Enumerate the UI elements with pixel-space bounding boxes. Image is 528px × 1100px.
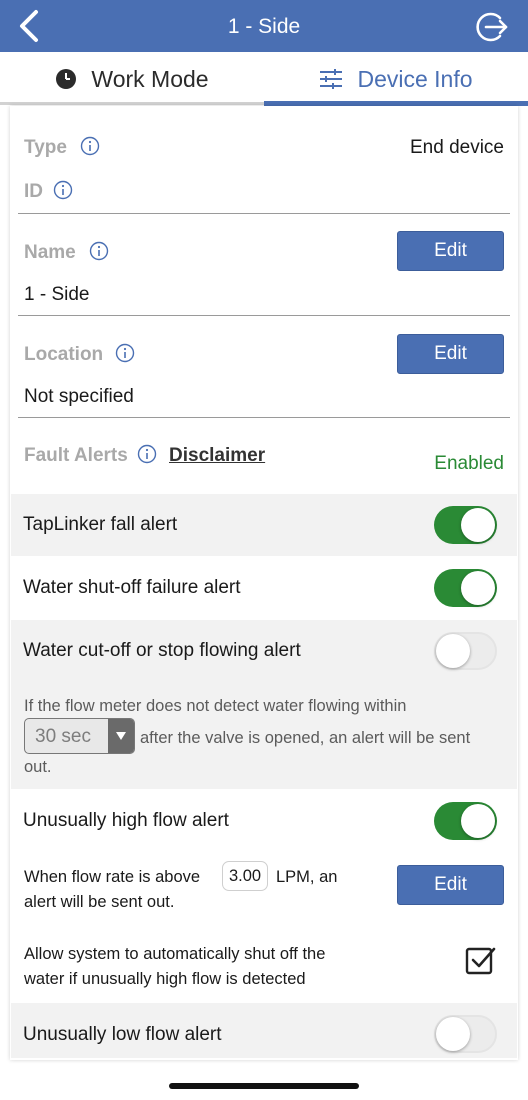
divider xyxy=(18,315,510,316)
exit-icon[interactable] xyxy=(474,9,510,45)
high-flow-threshold: 3.00 xyxy=(222,861,268,891)
stop-flow-duration-select[interactable]: 30 sec xyxy=(24,718,135,754)
alert-label: TapLinker fall alert xyxy=(23,514,178,535)
alert-row-taplinker-fall: TapLinker fall alert xyxy=(11,494,517,556)
stop-flow-description-line3: out. xyxy=(24,758,52,776)
location-value: Not specified xyxy=(24,386,134,407)
disclaimer-link[interactable]: Disclaimer xyxy=(169,445,265,467)
chevron-down-icon xyxy=(108,719,134,753)
divider xyxy=(18,213,510,214)
alert-label: Unusually high flow alert xyxy=(23,810,229,831)
alert-label: Unusually low flow alert xyxy=(23,1024,222,1045)
clock-icon xyxy=(56,69,77,89)
low-flow-toggle[interactable] xyxy=(434,1015,497,1053)
tab-underline-inactive xyxy=(0,102,264,105)
alert-row-low-flow: Unusually low flow alert xyxy=(11,1003,517,1058)
id-label: ID xyxy=(24,181,43,202)
type-label: Type xyxy=(24,137,67,158)
auto-shutoff-text-line1: Allow system to automatically shut off t… xyxy=(24,945,326,963)
high-flow-toggle[interactable] xyxy=(434,802,497,840)
info-icon[interactable] xyxy=(115,343,135,363)
info-icon[interactable] xyxy=(89,241,109,261)
fault-alerts-label: Fault Alerts xyxy=(24,445,128,466)
alert-row-shutoff-failure: Water shut-off failure alert xyxy=(11,557,517,619)
top-bar: 1 - Side xyxy=(0,0,528,52)
info-icon[interactable] xyxy=(53,180,73,200)
tab-device-info[interactable]: Device Info xyxy=(264,52,528,106)
tab-work-mode[interactable]: Work Mode xyxy=(0,52,264,106)
stop-flow-description-line1: If the flow meter does not detect water … xyxy=(24,697,407,715)
alert-label: Water shut-off failure alert xyxy=(23,577,241,598)
fault-alerts-status: Enabled xyxy=(434,453,504,474)
tab-device-info-label: Device Info xyxy=(357,65,473,92)
high-flow-text-line2: alert will be sent out. xyxy=(24,893,175,911)
edit-high-flow-button[interactable]: Edit xyxy=(397,865,504,905)
home-indicator xyxy=(169,1083,359,1089)
auto-shutoff-checkbox[interactable] xyxy=(465,945,497,977)
divider xyxy=(18,417,510,418)
taplinker-fall-toggle[interactable] xyxy=(434,506,497,544)
high-flow-text-before: When flow rate is above xyxy=(24,868,201,886)
name-value: 1 - Side xyxy=(24,284,90,305)
select-value: 30 sec xyxy=(35,726,91,747)
shutoff-failure-toggle[interactable] xyxy=(434,569,497,607)
stop-flowing-toggle[interactable] xyxy=(434,632,497,670)
edit-location-button[interactable]: Edit xyxy=(397,334,504,374)
high-flow-text-after: LPM, an xyxy=(276,868,338,886)
location-label: Location xyxy=(24,344,104,365)
stop-flow-description-line2: after the valve is opened, an alert will… xyxy=(140,729,471,747)
tab-work-mode-label: Work Mode xyxy=(91,65,209,92)
alert-row-high-flow: Unusually high flow alert xyxy=(11,790,517,852)
name-label: Name xyxy=(24,242,76,263)
info-icon[interactable] xyxy=(80,136,100,156)
auto-shutoff-text-line2: water if unusually high flow is detected xyxy=(24,970,306,988)
info-icon[interactable] xyxy=(137,444,157,464)
page-title: 1 - Side xyxy=(227,15,301,38)
edit-name-button[interactable]: Edit xyxy=(397,231,504,271)
type-value: End device xyxy=(409,137,504,158)
alert-label: Water cut-off or stop flowing alert xyxy=(23,640,301,661)
sliders-icon xyxy=(320,69,343,89)
tab-bar: Work Mode Device Info xyxy=(0,52,528,106)
